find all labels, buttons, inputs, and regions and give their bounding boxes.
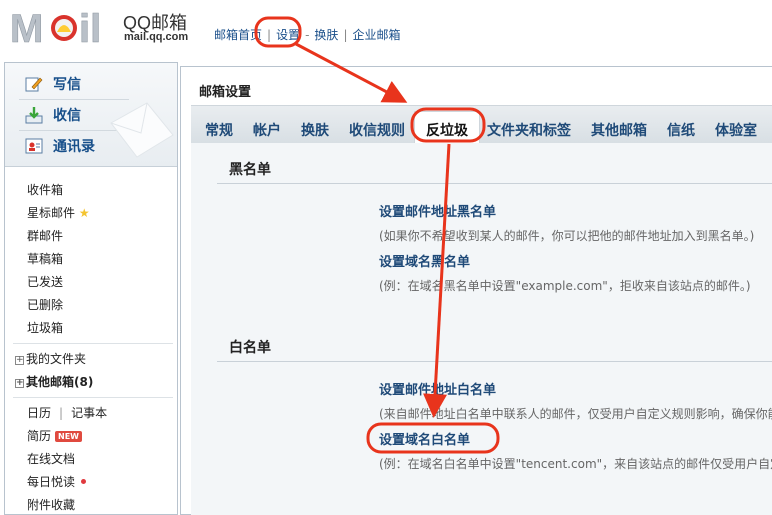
tools-row: 日历 | 记事本 (27, 404, 107, 421)
brand-url: mail.qq.com (124, 31, 189, 43)
svg-text:M: M (10, 7, 43, 50)
inbox-download-icon (25, 107, 43, 124)
folder-deleted[interactable]: 已删除 (27, 296, 63, 313)
whitelist-heading: 白名单 (229, 340, 271, 356)
resume-link[interactable]: 简历 NEW (27, 427, 82, 444)
quick-actions: 写信 收信 通讯录 (5, 63, 177, 167)
main-panel: 邮箱设置 常规 帐户 换肤 收信规则 反垃圾 文件夹和标签 其他邮箱 信纸 体验… (180, 66, 772, 515)
other-mailboxes[interactable]: + 其他邮箱(8) (15, 373, 93, 390)
expand-plus-icon[interactable]: + (15, 379, 24, 388)
sidebar: 写信 收信 通讯录 收件箱 星标邮件 ★ 群邮件 草稿箱 已发送 已删除 垃圾箱… (4, 62, 178, 515)
unread-dot-icon (81, 479, 87, 484)
set-address-whitelist-link[interactable]: 设置邮件地址白名单 (379, 379, 496, 398)
tab-general[interactable]: 常规 (205, 120, 233, 140)
anti-spam-content: 黑名单 设置邮件地址黑名单 (如果你不希望收到某人的邮件，你可以把他的邮件地址加… (191, 143, 772, 515)
nav-mail-home[interactable]: 邮箱首页 (214, 28, 262, 42)
nav-settings[interactable]: 设置 (276, 28, 300, 42)
set-domain-blacklist-link[interactable]: 设置域名黑名单 (379, 251, 470, 270)
folder-starred-label: 星标邮件 (27, 206, 76, 220)
calendar-link[interactable]: 日历 (27, 406, 51, 420)
domain-blacklist-desc: (例：在域名黑名单中设置"example.com"，拒收来自该站点的邮件。) (379, 279, 751, 293)
expand-plus-icon[interactable]: + (15, 356, 24, 365)
section-divider (217, 183, 772, 184)
domain-whitelist-desc: (例：在域名白名单中设置"tencent.com"，来自该站点的邮件仅受用户自定 (379, 457, 772, 471)
tab-folders-labels[interactable]: 文件夹和标签 (487, 120, 571, 140)
settings-tabbar: 常规 帐户 换肤 收信规则 反垃圾 文件夹和标签 其他邮箱 信纸 体验室 (191, 105, 772, 145)
compose-button[interactable]: 写信 (25, 73, 81, 95)
compose-icon (25, 77, 43, 92)
new-badge: NEW (55, 431, 82, 442)
attachments-link[interactable]: 附件收藏 (27, 496, 75, 513)
envelope-watermark-icon (110, 102, 174, 158)
folder-group-mail[interactable]: 群邮件 (27, 227, 63, 244)
receive-label: 收信 (53, 108, 81, 124)
daily-read-label: 每日悦读 (27, 475, 76, 489)
other-mailboxes-label: 其他邮箱(8) (26, 375, 94, 389)
qq-mail-logo[interactable]: M il (10, 6, 120, 50)
folder-starred[interactable]: 星标邮件 ★ (27, 204, 90, 221)
nav-separator: | (267, 28, 272, 42)
top-nav: 邮箱首页 | 设置 - 换肤 | 企业邮箱 (214, 26, 401, 43)
tab-lab[interactable]: 体验室 (715, 120, 757, 140)
tab-account[interactable]: 帐户 (253, 120, 281, 140)
nav-separator: | (343, 28, 348, 42)
star-icon: ★ (78, 206, 90, 220)
compose-label: 写信 (53, 77, 81, 93)
folder-drafts[interactable]: 草稿箱 (27, 250, 63, 267)
tab-other-mailboxes[interactable]: 其他邮箱 (591, 120, 647, 140)
divider (13, 343, 173, 344)
resume-label: 简历 (27, 429, 52, 443)
address-blacklist-desc: (如果你不希望收到某人的邮件，你可以把他的邮件地址加入到黑名单。) (379, 229, 755, 243)
nav-skin[interactable]: 换肤 (314, 28, 338, 42)
tab-anti-spam[interactable]: 反垃圾 (414, 111, 480, 145)
contacts-button[interactable]: 通讯录 (25, 135, 95, 157)
blacklist-heading: 黑名单 (229, 162, 271, 178)
my-folders-label: 我的文件夹 (26, 352, 87, 366)
contacts-icon (25, 138, 43, 154)
section-divider (217, 361, 772, 362)
tools-separator: | (59, 406, 64, 420)
tab-stationery[interactable]: 信纸 (667, 120, 695, 140)
address-whitelist-desc: (来自邮件地址白名单中联系人的邮件，仅受用户自定义规则影响，确保你能 (379, 407, 772, 421)
page-title: 邮箱设置 (199, 85, 252, 100)
daily-read-link[interactable]: 每日悦读 (27, 473, 87, 490)
header: M il QQ邮箱 mail.qq.com 邮箱首页 | 设置 - 换肤 | 企业邮箱 (0, 0, 772, 62)
nav-separator: - (305, 28, 310, 42)
svg-text:il: il (79, 7, 101, 50)
tab-mail-rules[interactable]: 收信规则 (349, 120, 405, 140)
my-folders[interactable]: + 我的文件夹 (15, 350, 86, 367)
tab-skin[interactable]: 换肤 (301, 120, 329, 140)
folder-sent[interactable]: 已发送 (27, 273, 63, 290)
receive-button[interactable]: 收信 (25, 104, 81, 126)
contacts-label: 通讯录 (53, 139, 95, 155)
divider (13, 397, 173, 398)
nav-enterprise-mail[interactable]: 企业邮箱 (352, 28, 400, 42)
notes-link[interactable]: 记事本 (71, 406, 107, 420)
folder-inbox[interactable]: 收件箱 (27, 181, 63, 198)
folder-spam[interactable]: 垃圾箱 (27, 319, 63, 336)
set-address-blacklist-link[interactable]: 设置邮件地址黑名单 (379, 201, 496, 220)
set-domain-whitelist-link[interactable]: 设置域名白名单 (379, 429, 470, 448)
online-docs-link[interactable]: 在线文档 (27, 450, 75, 467)
